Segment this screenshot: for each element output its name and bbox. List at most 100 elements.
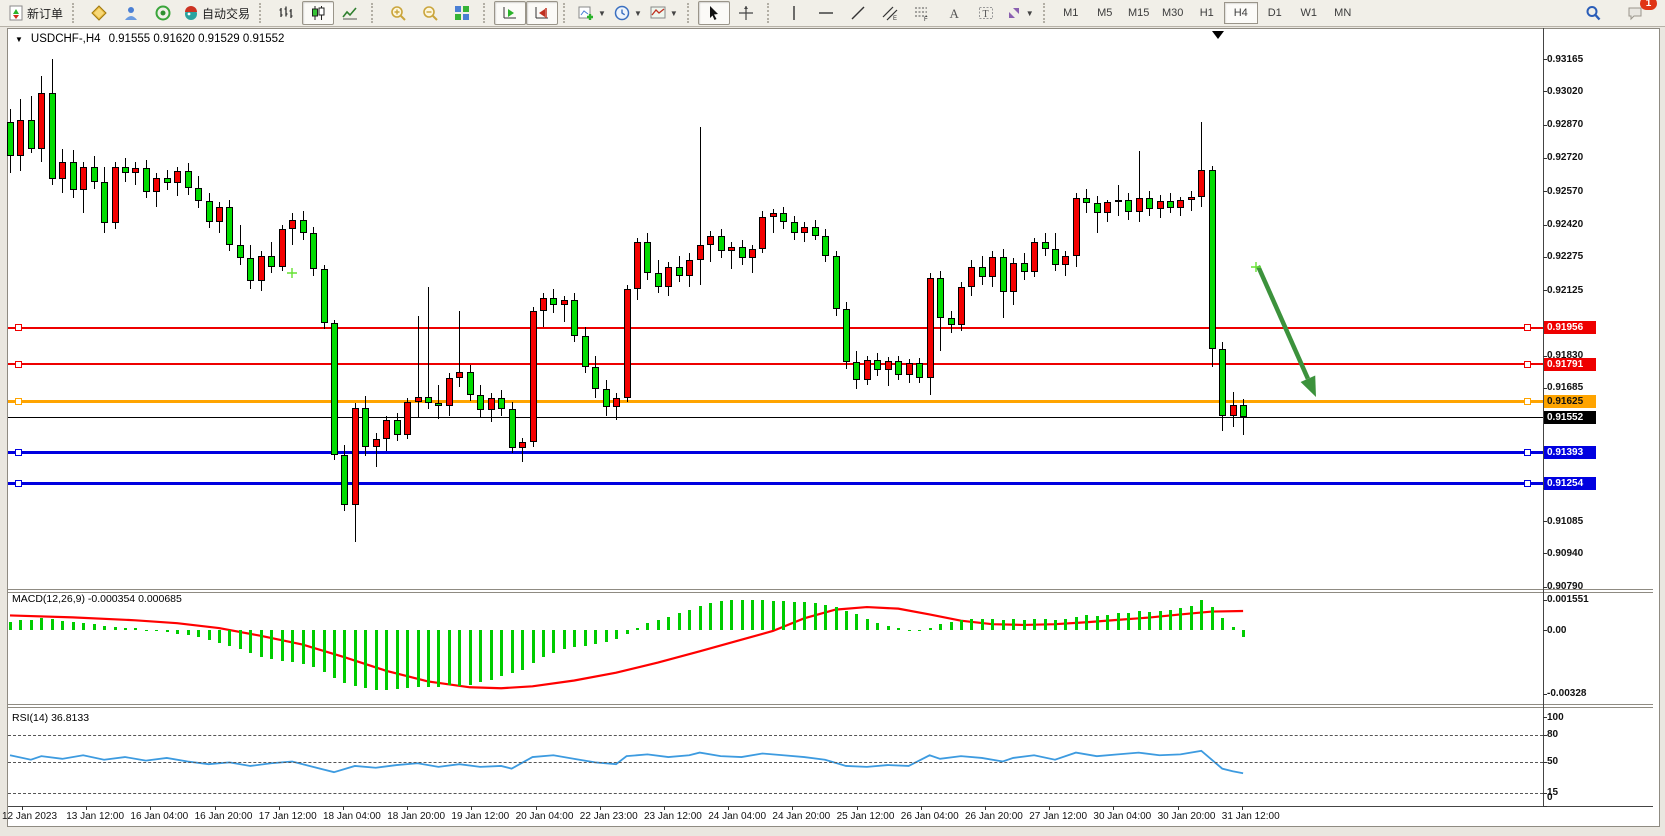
candle	[456, 372, 463, 378]
candle	[801, 227, 808, 234]
candle	[843, 309, 850, 362]
candle	[968, 267, 975, 287]
price-line[interactable]	[8, 327, 1543, 329]
date-label: 22 Jan 23:00	[580, 811, 638, 822]
line-handle[interactable]	[1524, 449, 1531, 456]
macd-histogram-bar	[918, 630, 921, 631]
rsi-axis-label: 50	[1547, 756, 1558, 767]
macd-histogram-bar	[845, 611, 848, 630]
candle	[603, 389, 610, 407]
candle	[655, 273, 662, 286]
date-label: 30 Jan 20:00	[1158, 811, 1216, 822]
candle	[739, 247, 746, 258]
macd-histogram-bar	[281, 630, 284, 661]
price-line-label: 0.91625	[1544, 395, 1596, 408]
date-label: 30 Jan 04:00	[1093, 811, 1151, 822]
macd-histogram-bar	[741, 600, 744, 630]
candle	[310, 233, 317, 269]
line-handle[interactable]	[1524, 324, 1531, 331]
macd-histogram-bar	[114, 627, 117, 630]
macd-histogram-bar	[291, 630, 294, 662]
date-tick	[1113, 806, 1114, 810]
candle	[958, 287, 965, 325]
rsi-label: RSI(14) 36.8133	[12, 712, 89, 724]
panel-separator[interactable]	[8, 589, 1653, 590]
candle	[592, 367, 599, 389]
date-label: 26 Jan 04:00	[901, 811, 959, 822]
candle	[853, 362, 860, 380]
line-handle[interactable]	[1524, 480, 1531, 487]
date-label: 12 Jan 2023	[2, 811, 57, 822]
candle	[477, 395, 484, 411]
candle	[707, 236, 714, 245]
candle	[258, 256, 265, 282]
line-handle[interactable]	[15, 480, 22, 487]
price-line-label: 0.91393	[1544, 446, 1596, 459]
macd-histogram-bar	[312, 630, 315, 667]
candle	[885, 361, 892, 370]
line-handle[interactable]	[1524, 361, 1531, 368]
candle	[488, 398, 495, 410]
macd-histogram-bar	[1096, 616, 1099, 630]
panel-separator[interactable]	[8, 592, 1653, 593]
price-tick-label: 0.92870	[1547, 119, 1583, 130]
line-handle[interactable]	[15, 324, 22, 331]
candle	[498, 398, 505, 409]
candle	[718, 236, 725, 252]
candle	[676, 267, 683, 276]
trend-arrow-line[interactable]	[1258, 266, 1308, 379]
line-handle[interactable]	[15, 398, 22, 405]
panel-separator[interactable]	[8, 707, 1653, 708]
candle	[289, 220, 296, 229]
chart-shift-marker[interactable]	[1212, 31, 1224, 39]
date-tick	[86, 806, 87, 810]
macd-histogram-bar	[51, 619, 54, 630]
candle	[1031, 242, 1038, 272]
macd-histogram-bar	[688, 610, 691, 630]
candle	[185, 171, 192, 188]
macd-histogram-bar	[552, 630, 555, 653]
macd-histogram-bar	[772, 601, 775, 630]
candle	[153, 178, 160, 192]
candle	[561, 300, 568, 304]
macd-histogram-bar	[1179, 608, 1182, 630]
macd-histogram-bar	[511, 630, 514, 673]
macd-histogram-bar	[1190, 606, 1193, 630]
date-tick	[279, 806, 280, 810]
macd-histogram-bar	[636, 628, 639, 630]
date-tick	[857, 806, 858, 810]
macd-histogram-bar	[960, 620, 963, 630]
price-line[interactable]	[8, 400, 1543, 403]
price-line[interactable]	[8, 363, 1543, 365]
price-line[interactable]	[8, 451, 1543, 454]
macd-histogram-bar	[542, 630, 545, 657]
macd-histogram-bar	[124, 628, 127, 630]
candle	[341, 455, 348, 505]
macd-histogram-bar	[82, 623, 85, 630]
macd-histogram-bar	[678, 613, 681, 630]
line-handle[interactable]	[15, 449, 22, 456]
line-handle[interactable]	[15, 361, 22, 368]
object-anchor-cross	[287, 268, 297, 278]
price-line[interactable]	[8, 482, 1543, 485]
macd-histogram-bar	[782, 601, 785, 630]
date-tick	[471, 806, 472, 810]
macd-histogram-bar	[970, 619, 973, 630]
macd-histogram-bar	[667, 617, 670, 630]
candle	[362, 408, 369, 447]
macd-histogram-bar	[208, 630, 211, 640]
panel-separator[interactable]	[8, 704, 1653, 705]
macd-histogram-bar	[448, 630, 451, 685]
candle	[937, 278, 944, 318]
candle	[1240, 405, 1247, 418]
price-tick-label: 0.93165	[1547, 54, 1583, 65]
macd-histogram-bar	[626, 630, 629, 634]
macd-histogram-bar	[343, 630, 346, 683]
price-line-label: 0.91254	[1544, 477, 1596, 490]
chart-stage: 0.931650.930200.928700.927200.925700.924…	[0, 0, 1665, 836]
line-handle[interactable]	[1524, 398, 1531, 405]
trend-arrow-head[interactable]	[1301, 375, 1316, 397]
macd-histogram-bar	[584, 630, 587, 646]
date-tick	[343, 806, 344, 810]
macd-histogram-bar	[197, 630, 200, 637]
